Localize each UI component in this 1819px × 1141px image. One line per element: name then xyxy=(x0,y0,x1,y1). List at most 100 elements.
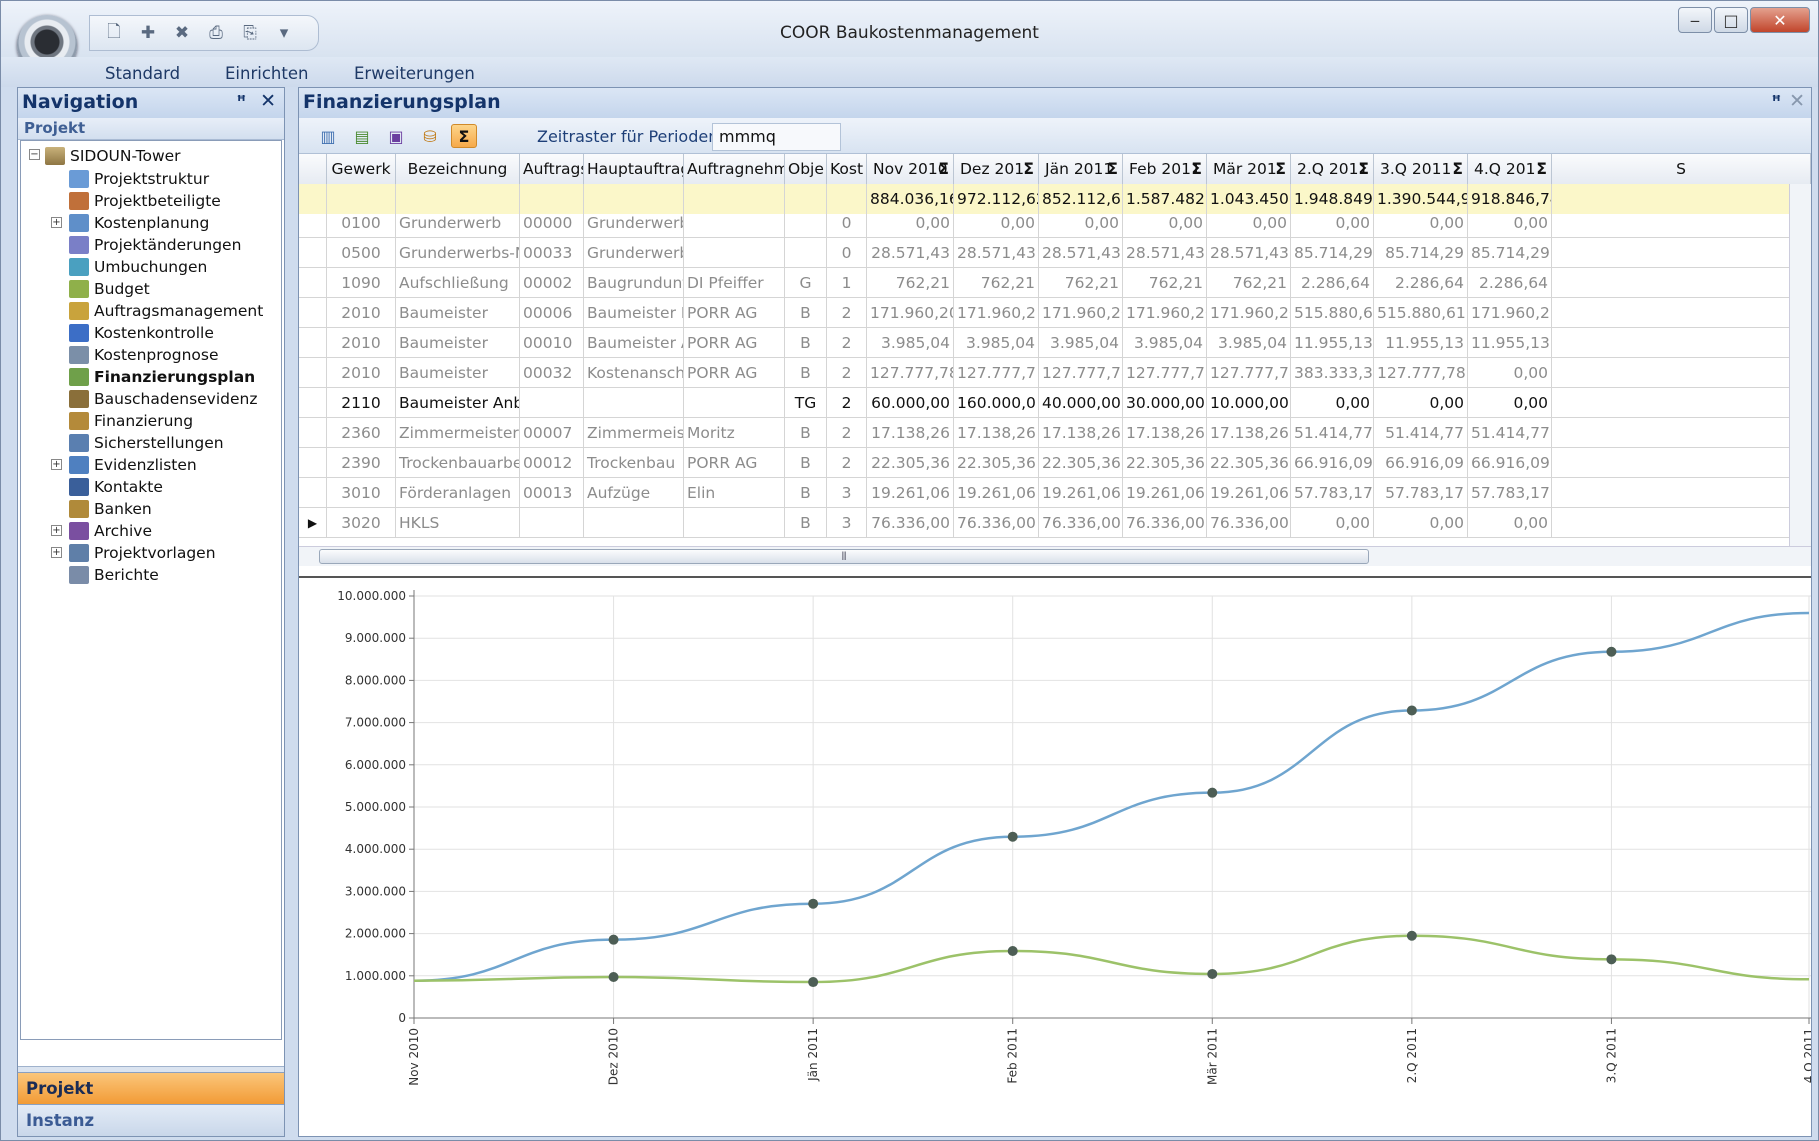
nav-button-projekt[interactable]: Projekt xyxy=(18,1072,284,1104)
row-indicator[interactable] xyxy=(299,388,327,418)
tree-item[interactable]: Projektänderungen xyxy=(69,233,241,256)
tab-einrichten[interactable]: Einrichten xyxy=(225,64,308,83)
grid-cell[interactable]: 28.571,43 xyxy=(954,238,1039,268)
grid-cell[interactable]: Grunderwerb xyxy=(584,238,684,268)
grid-cell[interactable]: 171.960,20 xyxy=(1039,298,1123,328)
tree-item[interactable]: Finanzierungsplan xyxy=(69,365,255,388)
grid-cell[interactable]: 0,00 xyxy=(954,208,1039,238)
tree-item[interactable]: Berichte xyxy=(69,563,159,586)
grid-cell[interactable]: PORR AG xyxy=(684,298,785,328)
grid-cell[interactable]: 2010 xyxy=(327,328,396,358)
grid-cell[interactable]: 17.138,26 xyxy=(1123,418,1207,448)
grid-cell[interactable]: 762,21 xyxy=(1207,268,1291,298)
grid-cell[interactable]: Baumeister xyxy=(396,358,520,388)
grid-cell[interactable]: Grunderwerb xyxy=(584,208,684,238)
row-indicator[interactable] xyxy=(299,208,327,238)
grid-cell[interactable] xyxy=(520,388,584,418)
column-header[interactable]: Jän 2011 Σ xyxy=(1039,154,1123,184)
tree-item[interactable]: Umbuchungen xyxy=(69,255,207,278)
grid-cell[interactable]: 51.414,77 xyxy=(1468,418,1552,448)
grid-cell[interactable]: 22.305,36 xyxy=(867,448,954,478)
grid-cell[interactable]: 2 xyxy=(827,298,867,328)
grid-cell[interactable]: B xyxy=(785,418,827,448)
grid-cell[interactable]: 22.305,36 xyxy=(1039,448,1123,478)
grid-cell[interactable]: 762,21 xyxy=(1039,268,1123,298)
grid-cell[interactable]: 00012 xyxy=(520,448,584,478)
grid-cell[interactable]: 2110 xyxy=(327,388,396,418)
grid-cell[interactable]: PORR AG xyxy=(684,328,785,358)
sum-icon[interactable]: Σ xyxy=(938,154,949,184)
grid-cell[interactable]: 127.777,78 xyxy=(1374,358,1468,388)
column-header[interactable]: Kost xyxy=(827,154,867,184)
grid-cell[interactable]: Zimmermeisterar xyxy=(396,418,520,448)
grid-cell[interactable]: Baumeister xyxy=(396,328,520,358)
row-indicator[interactable] xyxy=(299,418,327,448)
grid-cell[interactable]: 160.000,0 xyxy=(954,388,1039,418)
grid-cell[interactable]: G xyxy=(785,268,827,298)
grid-cell[interactable]: 2010 xyxy=(327,358,396,388)
tree-item[interactable]: Kontakte xyxy=(69,475,163,498)
table-row[interactable]: 1090Aufschließung00002BaugrundunteDI Pfe… xyxy=(299,268,1811,298)
chart-bars-icon[interactable]: ▥ xyxy=(315,124,341,148)
grid-cell[interactable]: 85.714,29 xyxy=(1468,238,1552,268)
expand-icon[interactable]: + xyxy=(51,217,62,228)
grid-cell[interactable]: 19.261,06 xyxy=(867,478,954,508)
grid-cell[interactable]: 22.305,36 xyxy=(1207,448,1291,478)
grid-cell[interactable]: 85.714,29 xyxy=(1291,238,1374,268)
grid-cell[interactable]: TG xyxy=(785,388,827,418)
grid-cell[interactable]: 171.960,20 xyxy=(1123,298,1207,328)
grid-cell[interactable] xyxy=(584,388,684,418)
grid-cell[interactable]: 1 xyxy=(1552,358,1811,388)
grid-cell[interactable]: B xyxy=(785,508,827,538)
grid-cell[interactable]: Kostenanschl xyxy=(584,358,684,388)
grid-cell[interactable]: 76.336,00 xyxy=(1207,508,1291,538)
column-header[interactable]: Auftrags xyxy=(520,154,584,184)
tree-item[interactable]: Projektbeteiligte xyxy=(69,189,221,212)
sum-icon[interactable]: Σ xyxy=(1358,154,1369,184)
grid-cell[interactable]: 3.985,04 xyxy=(867,328,954,358)
grid-cell[interactable]: 3.985,04 xyxy=(1039,328,1123,358)
grid-cell[interactable]: 66.916,09 xyxy=(1468,448,1552,478)
grid-cell[interactable] xyxy=(785,238,827,268)
grid-cell[interactable] xyxy=(684,238,785,268)
grid-cell[interactable]: 11.955,13 xyxy=(1468,328,1552,358)
column-header[interactable]: Nov 2010 Σ xyxy=(867,154,954,184)
grid-cell[interactable] xyxy=(785,208,827,238)
expand-icon[interactable]: + xyxy=(51,547,62,558)
grid-cell[interactable]: 0,00 xyxy=(1123,208,1207,238)
table-row[interactable]: 2360Zimmermeisterar00007ZimmermeistMorit… xyxy=(299,418,1811,448)
grid-cell[interactable]: 28.571,43 xyxy=(1039,238,1123,268)
pin-icon[interactable]: ꟸ xyxy=(237,92,246,110)
expand-icon[interactable]: + xyxy=(51,459,62,470)
grid-cell[interactable]: 2 xyxy=(827,358,867,388)
grid-cell[interactable]: 19.261,06 xyxy=(1123,478,1207,508)
grid-cell[interactable] xyxy=(520,508,584,538)
grid-cell[interactable]: 0,00 xyxy=(1291,388,1374,418)
grid-cell[interactable]: 3 xyxy=(827,508,867,538)
grid-cell[interactable] xyxy=(1552,448,1811,478)
grid-cell[interactable]: 10.000,00 xyxy=(1207,388,1291,418)
grid-cell[interactable] xyxy=(584,508,684,538)
tree-item[interactable]: Projektstruktur xyxy=(69,167,209,190)
grid-cell[interactable] xyxy=(1552,418,1811,448)
tree-item[interactable]: Kostenkontrolle xyxy=(69,321,214,344)
column-header[interactable]: Bezeichnung xyxy=(396,154,520,184)
table-row[interactable]: 2390 Trockenbauarbeit 00012 Trockenbau PORR … xyxy=(299,448,1811,478)
sum-icon[interactable]: Σ xyxy=(1452,154,1463,184)
sum-icon[interactable]: Σ xyxy=(1107,154,1118,184)
grid-cell[interactable]: B xyxy=(785,478,827,508)
grid-cell[interactable]: B xyxy=(785,448,827,478)
close-pane-icon[interactable]: ✕ xyxy=(260,90,276,112)
grid-cell[interactable]: 0,00 xyxy=(1374,508,1468,538)
grid-cell[interactable]: 2 xyxy=(827,448,867,478)
grid-cell[interactable]: 2 xyxy=(827,418,867,448)
grid-cell[interactable]: 66.916,09 xyxy=(1291,448,1374,478)
table-row[interactable]: 2010 Baumeister 00010 Baumeister A PORR AG B 2… xyxy=(299,328,1811,358)
minimize-button[interactable]: ‒ xyxy=(1678,7,1712,33)
column-header[interactable]: 4.Q 201 Σ xyxy=(1468,154,1552,184)
grid-cell[interactable]: 171.960,20 xyxy=(867,298,954,328)
grid-cell[interactable]: Elin xyxy=(684,478,785,508)
grid-cell[interactable]: 17.138,26 xyxy=(867,418,954,448)
grid-cell[interactable]: 0500 xyxy=(327,238,396,268)
tree-item[interactable]: Finanzierung xyxy=(69,409,193,432)
